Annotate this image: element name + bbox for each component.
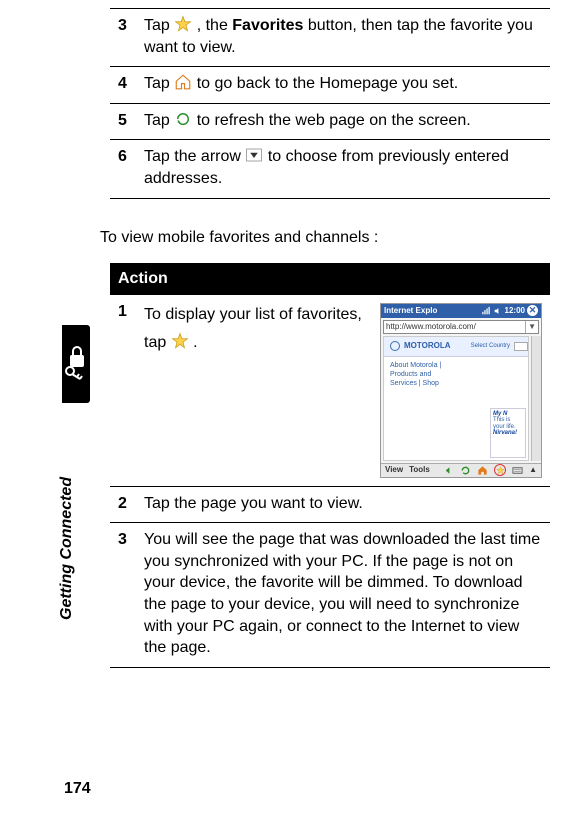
star-icon [496,466,505,475]
screenshot-links: About Motorola | Products and Services |… [384,357,528,392]
screenshot-ad-box: My N This is your life. Nirvana! [490,408,526,458]
screenshot-clock: 12:00 [505,304,525,318]
step-text: Tap the page you want to view. [140,486,550,523]
step-number: 6 [110,140,140,198]
favorites-highlight-circle [494,464,506,476]
chevron-up-icon: ▲ [529,465,537,476]
select-country-label: Select Country [471,343,510,349]
home-icon [174,73,192,91]
vertical-scrollbar [531,336,541,461]
action-header-row: Action [110,263,550,294]
refresh-icon [174,110,192,128]
footer-tools-label: Tools [409,465,430,476]
step-text: You will see the page that was downloade… [140,523,550,668]
step-number: 5 [110,103,140,140]
step-number: 1 [110,294,140,486]
step-number: 3 [110,523,140,668]
footer-view-label: View [385,465,403,476]
intro-text: To view mobile favorites and channels : [100,227,550,249]
table-row: 2 Tap the page you want to view. [110,486,550,523]
side-section-label: Getting Connected [58,477,76,620]
screenshot-links-col: About Motorola | Products and Services |… [390,361,450,388]
country-dropdown [514,342,528,351]
table-row: 1 Internet Explo 12:00 ✕ http://ww [110,294,550,486]
signal-icon [481,306,491,316]
screenshot-footer: View Tools ▲ [381,463,541,477]
screenshot-page: MOTOROLA Select Country About Motorola |… [383,336,529,461]
sound-icon [493,306,503,316]
step-text: Tap to refresh the web page on the scree… [140,103,550,140]
star-icon [174,15,192,33]
dropdown-arrow-icon [245,146,263,164]
close-icon: ✕ [527,305,538,316]
table-row: 4 Tap to go back to the Homepage you set… [110,67,550,104]
page-number: 174 [64,780,91,798]
table-row: 5 Tap to refresh the web page on the scr… [110,103,550,140]
keyboard-icon [512,465,523,476]
table-row: 6 Tap the arrow to choose from previousl… [110,140,550,198]
screenshot-app-title: Internet Explo [384,304,437,318]
refresh-icon [460,465,471,476]
top-steps-table: 3 Tap , the Favorites button, then tap t… [110,8,550,199]
lock-key-icon [64,345,88,383]
step-text: Tap , the Favorites button, then tap the… [140,9,550,67]
action-header: Action [110,264,550,294]
screenshot-brand: MOTOROLA [404,341,451,352]
back-icon [443,465,454,476]
screenshot-url-text: http://www.motorola.com/ [386,321,476,333]
screenshot-url-bar: http://www.motorola.com/ ▼ [383,320,539,334]
motorola-logo-icon [390,341,400,351]
table-row: 3 Tap , the Favorites button, then tap t… [110,9,550,67]
action-steps-table: Action 1 Internet Explo 12:00 ✕ [110,263,550,668]
device-screenshot: Internet Explo 12:00 ✕ http://www.motoro… [380,303,542,478]
screenshot-titlebar: Internet Explo 12:00 ✕ [381,304,541,318]
step-number: 2 [110,486,140,523]
step-number: 3 [110,9,140,67]
step-text: Tap to go back to the Homepage you set. [140,67,550,104]
screenshot-brand-band: MOTOROLA Select Country [384,337,528,357]
favorites-label: Favorites [232,17,303,34]
chevron-down-icon: ▼ [525,321,536,333]
home-icon [477,465,488,476]
step-text: Internet Explo 12:00 ✕ http://www.motoro… [140,294,550,486]
section-tab [62,325,90,403]
step-number: 4 [110,67,140,104]
step-text: Tap the arrow to choose from previously … [140,140,550,198]
table-row: 3 You will see the page that was downloa… [110,523,550,668]
star-icon [171,332,189,350]
